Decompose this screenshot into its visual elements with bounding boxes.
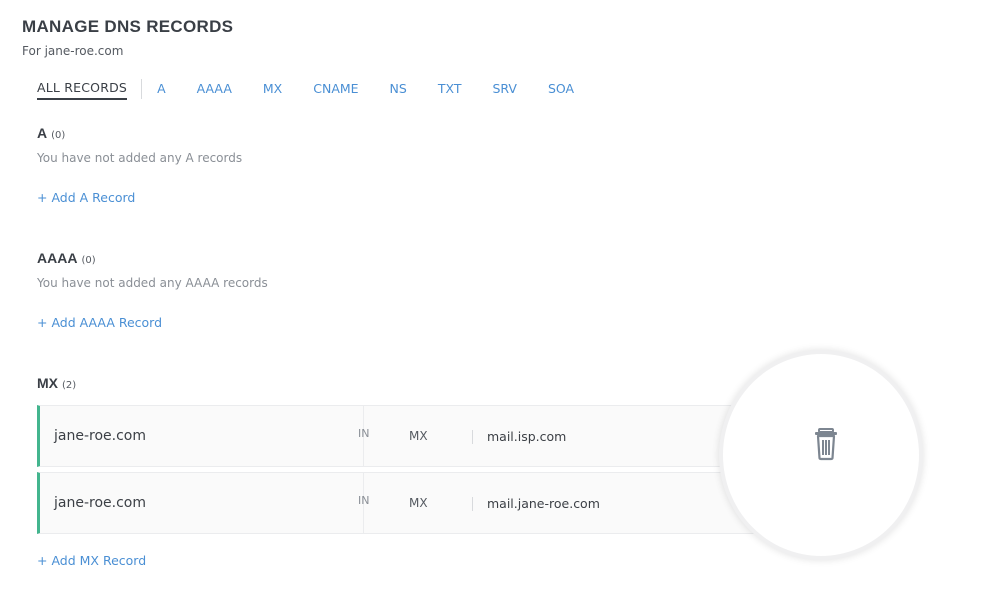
record-class: IN bbox=[358, 427, 370, 440]
section-mx-title: MX bbox=[37, 375, 58, 391]
record-type-tabs: ALL RECORDS A AAAA MX CNAME NS TXT SRV S… bbox=[37, 79, 605, 100]
page-title: MANAGE DNS RECORDS bbox=[22, 17, 234, 36]
add-mx-record-link[interactable]: + Add MX Record bbox=[37, 553, 146, 568]
section-mx-count: (2) bbox=[62, 380, 77, 391]
tab-all-records[interactable]: ALL RECORDS bbox=[37, 79, 128, 100]
page-subtitle: For jane-roe.com bbox=[22, 44, 124, 58]
tab-ns[interactable]: NS bbox=[390, 80, 407, 98]
add-a-record-link[interactable]: + Add A Record bbox=[37, 190, 135, 205]
record-value: mail.jane-roe.com bbox=[487, 496, 600, 511]
tab-divider bbox=[141, 79, 143, 99]
record-divider bbox=[472, 430, 473, 444]
section-a-title: A bbox=[37, 125, 48, 141]
tab-mx[interactable]: MX bbox=[263, 80, 282, 98]
record-host: jane-roe.com bbox=[54, 428, 146, 444]
section-a-count: (0) bbox=[51, 130, 66, 141]
add-aaaa-record-link[interactable]: + Add AAAA Record bbox=[37, 315, 162, 330]
record-value: mail.isp.com bbox=[487, 429, 567, 444]
record-type: MX bbox=[409, 496, 428, 510]
tab-soa[interactable]: SOA bbox=[548, 80, 574, 98]
mx-record-row[interactable]: jane-roe.com IN MX mail.jane-roe.com bbox=[37, 472, 797, 534]
record-divider bbox=[472, 497, 473, 511]
tab-srv[interactable]: SRV bbox=[492, 80, 517, 98]
section-mx-records: MX (2) bbox=[37, 375, 76, 391]
tab-aaaa[interactable]: AAAA bbox=[197, 80, 232, 98]
section-a-records: A (0) You have not added any A records bbox=[37, 125, 242, 165]
section-aaaa-count: (0) bbox=[81, 255, 96, 266]
mx-record-row[interactable]: jane-roe.com IN MX mail.isp.com bbox=[37, 405, 797, 467]
record-host: jane-roe.com bbox=[54, 495, 146, 511]
trash-icon bbox=[815, 428, 837, 461]
tab-a[interactable]: A bbox=[157, 80, 166, 98]
section-aaaa-title: AAAA bbox=[37, 250, 78, 266]
section-a-empty-message: You have not added any A records bbox=[37, 151, 243, 165]
record-class: IN bbox=[358, 494, 370, 507]
delete-record-button[interactable] bbox=[812, 427, 842, 461]
tab-txt[interactable]: TXT bbox=[438, 80, 462, 98]
record-type: MX bbox=[409, 429, 428, 443]
section-aaaa-empty-message: You have not added any AAAA records bbox=[37, 276, 268, 290]
section-aaaa-records: AAAA (0) You have not added any AAAA rec… bbox=[37, 250, 268, 290]
tab-cname[interactable]: CNAME bbox=[313, 80, 358, 98]
